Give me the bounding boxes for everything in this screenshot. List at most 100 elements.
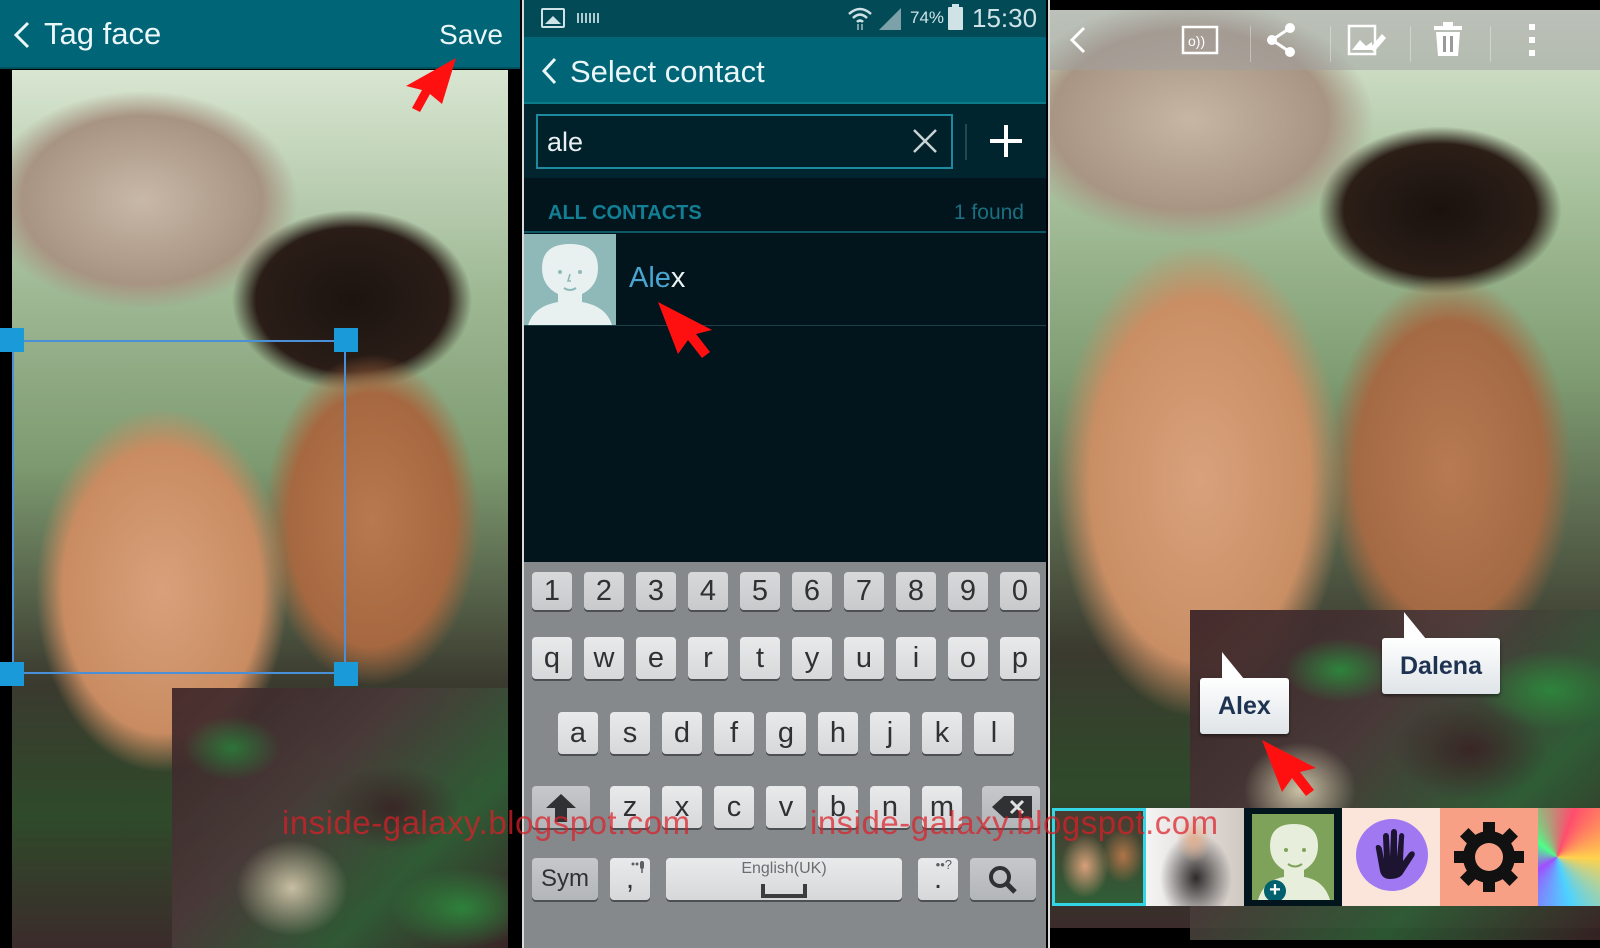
default-avatar-icon bbox=[524, 234, 616, 325]
cast-icon[interactable]: o)) bbox=[1180, 20, 1220, 60]
results-count: 1 found bbox=[953, 201, 1024, 224]
tagged-photo bbox=[1050, 10, 1600, 940]
tray-item-add-contact[interactable]: + bbox=[1244, 808, 1342, 906]
search-bar: ale bbox=[524, 104, 1046, 178]
key-u[interactable]: u bbox=[844, 637, 884, 679]
contact-search-input[interactable]: ale bbox=[536, 114, 953, 169]
space-bar-icon bbox=[761, 884, 807, 898]
face-tag-dalena[interactable]: Dalena bbox=[1382, 612, 1500, 694]
resize-handle-top-left[interactable] bbox=[0, 328, 24, 352]
key-l[interactable]: l bbox=[974, 712, 1014, 754]
resize-handle-top-right[interactable] bbox=[334, 328, 358, 352]
period-alt-label: ••? bbox=[935, 857, 952, 872]
keyboard-notification-icon bbox=[577, 13, 599, 23]
tray-item-wallpaper[interactable] bbox=[1538, 808, 1600, 906]
search-input-value: ale bbox=[547, 127, 584, 157]
section-label: ALL CONTACTS bbox=[548, 202, 702, 224]
comma-key[interactable]: , bbox=[610, 858, 650, 900]
key-k[interactable]: k bbox=[922, 712, 962, 754]
resize-handle-bottom-right[interactable] bbox=[334, 662, 358, 686]
add-contact-icon[interactable] bbox=[987, 122, 1025, 160]
key-s[interactable]: s bbox=[610, 712, 650, 754]
chevron-left-icon[interactable] bbox=[538, 55, 560, 87]
key-c[interactable]: c bbox=[714, 786, 754, 828]
search-divider bbox=[965, 124, 967, 160]
key-i[interactable]: i bbox=[896, 637, 936, 679]
search-icon bbox=[989, 866, 1017, 894]
default-avatar-icon: + bbox=[1252, 814, 1334, 900]
search-key[interactable] bbox=[970, 858, 1036, 900]
face-tag-alex[interactable]: Alex bbox=[1200, 652, 1289, 734]
key-e[interactable]: e bbox=[636, 637, 676, 679]
key-1[interactable]: 1 bbox=[532, 572, 572, 610]
edit-image-icon[interactable] bbox=[1346, 20, 1386, 60]
toolbar-separator bbox=[1250, 26, 1251, 62]
space-key[interactable]: English(UK) bbox=[666, 858, 902, 900]
key-0[interactable]: 0 bbox=[1000, 572, 1040, 610]
clear-search-icon[interactable] bbox=[911, 127, 939, 155]
plus-icon: + bbox=[1264, 880, 1286, 900]
page-title: Tag face bbox=[44, 16, 162, 51]
key-2[interactable]: 2 bbox=[584, 572, 624, 610]
key-3[interactable]: 3 bbox=[636, 572, 676, 610]
annotation-arrow-icon bbox=[406, 58, 456, 112]
contact-name-match: Ale bbox=[629, 262, 671, 294]
screenshot-collage: Tag face Save 74% 15:30 Select contact a… bbox=[0, 0, 1600, 948]
key-v[interactable]: v bbox=[766, 786, 806, 828]
key-5[interactable]: 5 bbox=[740, 572, 780, 610]
gallery-notification-icon bbox=[541, 8, 565, 28]
annotation-arrow-icon bbox=[1262, 740, 1316, 796]
key-y[interactable]: y bbox=[792, 637, 832, 679]
key-a[interactable]: a bbox=[558, 712, 598, 754]
gear-icon bbox=[1454, 822, 1524, 892]
onscreen-keyboard: 1 2 3 4 5 6 7 8 9 0 q w e r t y u i o p a s d f g h j k l z x c v b n m Sym,… bbox=[524, 562, 1046, 948]
key-q[interactable]: q bbox=[532, 637, 572, 679]
key-p[interactable]: p bbox=[1000, 637, 1040, 679]
back-icon[interactable] bbox=[1058, 20, 1098, 60]
key-t[interactable]: t bbox=[740, 637, 780, 679]
key-9[interactable]: 9 bbox=[948, 572, 988, 610]
toolbar-separator bbox=[1330, 26, 1331, 62]
key-h[interactable]: h bbox=[818, 712, 858, 754]
share-icon[interactable] bbox=[1262, 20, 1302, 60]
key-7[interactable]: 7 bbox=[844, 572, 884, 610]
tray-item-settings[interactable] bbox=[1440, 808, 1538, 906]
save-button[interactable]: Save bbox=[439, 19, 503, 51]
gallery-toolbar: o)) bbox=[1050, 10, 1600, 70]
clock: 15:30 bbox=[972, 3, 1038, 33]
microphone-icon bbox=[631, 861, 644, 873]
contacts-section-header: ALL CONTACTS 1 found bbox=[524, 178, 1046, 233]
watermark-text: inside-galaxy.blogspot.com bbox=[810, 804, 1219, 841]
select-contact-app-bar: Select contact bbox=[524, 37, 1046, 104]
watermark-text: inside-galaxy.blogspot.com bbox=[282, 804, 691, 841]
tray-item-hand-app[interactable] bbox=[1342, 808, 1440, 906]
hand-icon bbox=[1356, 819, 1428, 891]
key-d[interactable]: d bbox=[662, 712, 702, 754]
key-6[interactable]: 6 bbox=[792, 572, 832, 610]
period-key[interactable]: . ••? bbox=[918, 858, 958, 900]
signal-icon bbox=[879, 8, 901, 30]
face-selection-box[interactable] bbox=[12, 340, 346, 674]
wifi-icon bbox=[848, 7, 872, 30]
more-options-icon[interactable] bbox=[1512, 20, 1552, 60]
key-r[interactable]: r bbox=[688, 637, 728, 679]
contact-name-rest: x bbox=[670, 262, 686, 294]
key-8[interactable]: 8 bbox=[896, 572, 936, 610]
page-title: Select contact bbox=[570, 54, 765, 89]
key-w[interactable]: w bbox=[584, 637, 624, 679]
key-o[interactable]: o bbox=[948, 637, 988, 679]
battery-percent: 74% bbox=[910, 8, 945, 27]
delete-icon[interactable] bbox=[1428, 20, 1468, 60]
keyboard-language-label: English(UK) bbox=[741, 860, 827, 877]
resize-handle-bottom-left[interactable] bbox=[0, 662, 24, 686]
key-4[interactable]: 4 bbox=[688, 572, 728, 610]
chevron-left-icon[interactable] bbox=[10, 18, 34, 52]
toolbar-separator bbox=[1490, 26, 1491, 62]
status-bar: 74% 15:30 bbox=[524, 0, 1046, 37]
key-g[interactable]: g bbox=[766, 712, 806, 754]
key-f[interactable]: f bbox=[714, 712, 754, 754]
contact-list-item[interactable]: Alex bbox=[524, 234, 1046, 326]
toolbar-separator bbox=[1410, 26, 1411, 62]
key-j[interactable]: j bbox=[870, 712, 910, 754]
sym-key[interactable]: Sym bbox=[532, 858, 598, 900]
